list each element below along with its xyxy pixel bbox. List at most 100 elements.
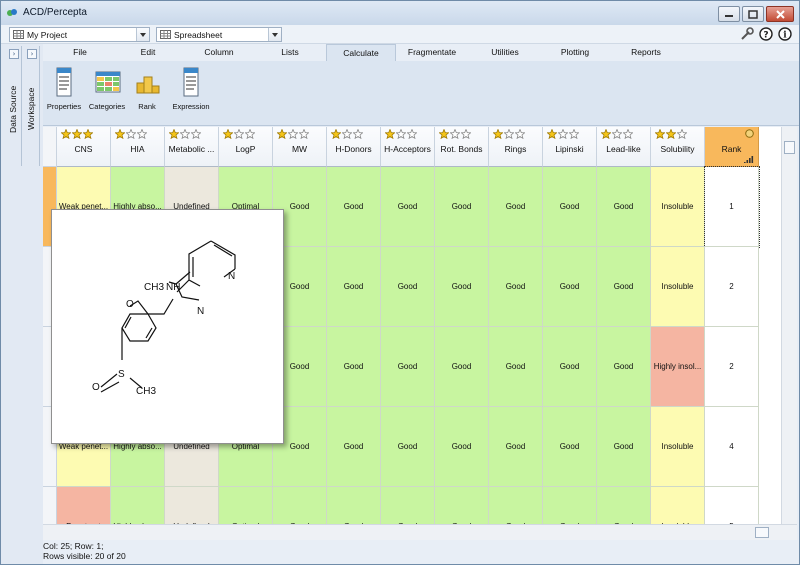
menu-plotting[interactable]: Plotting (555, 47, 595, 57)
column-header[interactable]: Solubility (651, 127, 705, 167)
table-cell[interactable]: Good (435, 487, 489, 524)
table-cell[interactable]: Good (381, 327, 435, 407)
star-empty-icon[interactable] (623, 129, 633, 139)
star-empty-icon[interactable] (461, 129, 471, 139)
importance-stars[interactable] (115, 129, 148, 140)
table-cell[interactable]: Good (489, 167, 543, 247)
star-filled-icon[interactable] (72, 129, 82, 139)
categories-button[interactable]: Categories (88, 67, 126, 111)
table-cell[interactable]: Good (489, 407, 543, 487)
table-cell[interactable]: Good (597, 247, 651, 327)
importance-stars[interactable] (493, 129, 526, 140)
view-select[interactable]: Spreadsheet (156, 27, 282, 42)
star-filled-icon[interactable] (666, 129, 676, 139)
chevron-right-icon[interactable]: › (27, 49, 37, 59)
project-select[interactable]: My Project (9, 27, 150, 42)
table-cell[interactable]: Optimal (219, 487, 273, 524)
table-cell[interactable]: Insoluble (651, 247, 705, 327)
table-cell[interactable]: Good (435, 327, 489, 407)
rank-button[interactable]: Rank (132, 67, 162, 111)
menu-calculate[interactable]: Calculate (326, 44, 396, 61)
rank-settings-icon[interactable] (745, 129, 754, 138)
table-cell[interactable]: Good (327, 407, 381, 487)
column-header[interactable]: MW (273, 127, 327, 167)
star-filled-icon[interactable] (547, 129, 557, 139)
star-empty-icon[interactable] (191, 129, 201, 139)
importance-stars[interactable] (385, 129, 418, 140)
star-empty-icon[interactable] (342, 129, 352, 139)
importance-stars[interactable] (439, 129, 472, 140)
close-button[interactable] (766, 6, 794, 22)
table-cell[interactable]: Undefined (165, 487, 219, 524)
tools-icon[interactable] (740, 27, 754, 41)
star-filled-icon[interactable] (655, 129, 665, 139)
table-cell[interactable]: Good (435, 167, 489, 247)
menu-fragmentate[interactable]: Fragmentate (400, 47, 464, 57)
table-cell[interactable]: Good (597, 327, 651, 407)
star-filled-icon[interactable] (277, 129, 287, 139)
table-cell[interactable]: Good (381, 407, 435, 487)
importance-stars[interactable] (61, 129, 94, 140)
column-header[interactable]: H-Acceptors (381, 127, 435, 167)
star-empty-icon[interactable] (515, 129, 525, 139)
star-filled-icon[interactable] (83, 129, 93, 139)
column-header[interactable]: Rank (705, 127, 759, 167)
importance-stars[interactable] (331, 129, 364, 140)
table-cell[interactable]: Good (327, 247, 381, 327)
column-header[interactable]: Metabolic ... (165, 127, 219, 167)
importance-stars[interactable] (277, 129, 310, 140)
star-empty-icon[interactable] (180, 129, 190, 139)
table-cell[interactable]: Penetrant (57, 487, 111, 524)
properties-button[interactable]: Properties (45, 67, 83, 111)
table-cell[interactable]: 2 (705, 247, 759, 327)
chevron-down-icon[interactable] (136, 28, 149, 41)
table-cell[interactable]: Insoluble (651, 407, 705, 487)
star-empty-icon[interactable] (288, 129, 298, 139)
chevron-down-icon[interactable] (268, 28, 281, 41)
table-cell[interactable]: Good (543, 407, 597, 487)
menu-lists[interactable]: Lists (277, 47, 303, 57)
table-cell[interactable]: Good (327, 327, 381, 407)
star-empty-icon[interactable] (504, 129, 514, 139)
table-cell[interactable]: Good (435, 247, 489, 327)
star-empty-icon[interactable] (353, 129, 363, 139)
table-cell[interactable]: Good (273, 487, 327, 524)
importance-stars[interactable] (169, 129, 202, 140)
info-icon[interactable]: i (778, 27, 792, 41)
star-empty-icon[interactable] (126, 129, 136, 139)
table-cell[interactable]: 4 (705, 407, 759, 487)
row-header[interactable] (43, 487, 57, 524)
vertical-scroll-thumb[interactable] (784, 141, 795, 154)
importance-stars[interactable] (547, 129, 580, 140)
star-filled-icon[interactable] (601, 129, 611, 139)
table-cell[interactable]: Good (381, 487, 435, 524)
horizontal-scroll-thumb[interactable] (755, 527, 769, 538)
table-cell[interactable]: Good (597, 487, 651, 524)
table-cell[interactable]: Insoluble (651, 167, 705, 247)
star-empty-icon[interactable] (677, 129, 687, 139)
table-cell[interactable]: Good (381, 247, 435, 327)
star-filled-icon[interactable] (169, 129, 179, 139)
star-empty-icon[interactable] (396, 129, 406, 139)
table-cell[interactable]: Good (327, 487, 381, 524)
menu-file[interactable]: File (65, 47, 95, 57)
table-cell[interactable]: Insoluble (651, 487, 705, 524)
table-cell[interactable]: Good (489, 247, 543, 327)
menu-reports[interactable]: Reports (627, 47, 665, 57)
star-filled-icon[interactable] (493, 129, 503, 139)
data-source-tab[interactable]: › Data Source (7, 46, 22, 166)
star-empty-icon[interactable] (450, 129, 460, 139)
grid-corner[interactable] (43, 127, 57, 167)
star-empty-icon[interactable] (569, 129, 579, 139)
column-header[interactable]: Lead-like (597, 127, 651, 167)
menu-utilities[interactable]: Utilities (485, 47, 525, 57)
table-cell[interactable]: Good (597, 407, 651, 487)
minimize-button[interactable] (718, 6, 740, 22)
column-header[interactable]: Lipinski (543, 127, 597, 167)
table-cell[interactable]: Highly insol... (651, 327, 705, 407)
table-cell[interactable]: Good (489, 487, 543, 524)
table-cell[interactable]: Good (435, 407, 489, 487)
star-filled-icon[interactable] (331, 129, 341, 139)
star-empty-icon[interactable] (558, 129, 568, 139)
table-cell[interactable]: Good (543, 247, 597, 327)
